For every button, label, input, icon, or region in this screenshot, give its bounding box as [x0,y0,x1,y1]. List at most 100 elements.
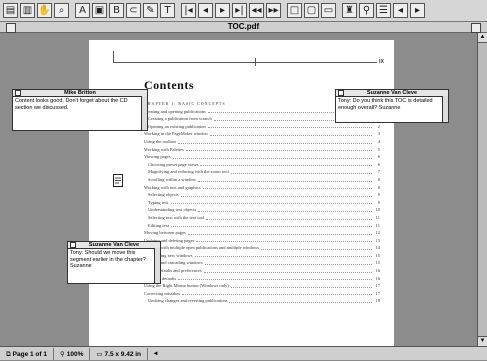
toc-entry-page: 6 [377,161,380,167]
scroll-down-icon[interactable]: ▼ [478,336,487,346]
toc-entry-page: 7 [377,169,380,175]
toc-entry: Working in the PageMaker window 3 [144,130,380,138]
next-page-icon[interactable]: ▸ [215,3,230,18]
toc-entry: Moving between pages 12 [144,229,380,237]
toc-entry: Understanding text objects 10 [144,206,380,214]
toc-entry: Selecting objects 9 [144,191,380,199]
toc-entry: Undoing changes and reverting publicatio… [144,297,380,305]
toc-entry-page: 2 [377,123,380,129]
note-scrollbar[interactable] [154,248,160,283]
go-back-icon[interactable]: ◂◂ [249,3,264,18]
toc-entry: Scrolling within a window 8 [144,176,380,184]
toc-entry-title: Working in the PageMaker window [144,131,209,137]
actual-size-icon[interactable]: □ [287,3,302,18]
toc-leader-dots [196,237,372,243]
note-close-icon[interactable] [70,242,76,248]
toc-leader-dots [194,252,372,258]
toc-leader-dots [197,176,372,182]
page-heading: Contents [144,78,195,92]
toc-entry-title: Creating a publication from scratch [148,116,212,122]
scroll-up-icon[interactable]: ▲ [478,33,487,43]
zoom-tool-icon[interactable]: ⌕ [54,3,69,18]
last-page-icon[interactable]: ▸| [232,3,247,18]
toc-entry-page: 18 [375,298,381,304]
note-tool-icon[interactable]: ✎ [143,3,158,18]
toc-entry-title: Moving between pages [144,230,186,236]
toc-entry-page: 8 [377,184,380,190]
first-page-icon[interactable]: |◂ [181,3,196,18]
toc-leader-dots [206,214,372,220]
type-tool-icon[interactable]: T [160,3,175,18]
toc-entry-title: Viewing pages [144,154,171,160]
search-prev-icon[interactable]: ◂ [393,3,408,18]
prev-page-icon[interactable]: ◂ [198,3,213,18]
toc-entry: Undoing and deleting pages 13 [144,237,380,245]
toc-entry-title: Working with Palettes [144,146,184,152]
go-forward-icon[interactable]: ▸▸ [266,3,281,18]
toc-entry-page: 11 [375,214,380,220]
hscroll-left-icon[interactable]: ◂ [148,348,163,360]
note-text[interactable]: Tony: Should we move this segment earlie… [68,249,160,271]
toc-entry: Correcting mistakes 17 [144,290,380,298]
search-next-icon[interactable]: ▸ [410,3,425,18]
crop-icon[interactable]: ▣ [92,3,107,18]
thumbnails-icon[interactable]: B [109,3,124,18]
note-close-icon[interactable] [338,90,344,96]
toc-entry-title: Opening an existing publication [148,123,206,129]
toc-leader-dots [185,146,372,152]
toc-leader-dots [200,161,372,167]
toc-entry-title: Choosing preset page views [148,161,199,167]
zoom-icon: ⚲ [59,349,65,358]
fit-page-icon[interactable]: ▢ [304,3,319,18]
note-mike-britton[interactable]: Mike Britton Content looks good. Don't f… [12,89,148,131]
link-icon[interactable]: ⊂ [126,3,141,18]
zoom-indicator[interactable]: ⚲ 100% [54,347,91,360]
toc-entry-title: Using the toolbox [144,138,177,144]
search-icon[interactable]: ⚲ [359,3,374,18]
note-suzanne-bottom[interactable]: Suzanne Van Cleve Tony: Should we move t… [67,241,161,284]
toc-leader-dots [230,282,372,288]
toc-leader-dots [210,130,372,136]
status-bar: ⧉ Page 1 of 1 ⚲ 100% ▭ 7.5 x 9.42 in ◂ [0,346,487,360]
toc-entry-page: 5 [377,146,380,152]
note-close-icon[interactable] [15,90,21,96]
toc-entry: Using the Right Mouse button (Windows on… [144,282,380,290]
find-icon[interactable]: ♜ [342,3,357,18]
toc-leader-dots [170,199,372,205]
toc-entry-title: Selecting objects [148,192,179,198]
search-results-icon[interactable]: ☰ [376,3,391,18]
toc-entry-title: Undoing changes and reverting publicatio… [148,298,228,304]
toc-entry-page: 10 [375,207,381,213]
hand-tool-icon[interactable]: ✋ [37,3,52,18]
vertical-scrollbar[interactable]: ▲ ▼ [477,33,487,346]
toc-leader-dots [207,123,372,129]
toc-entry-title: Scrolling within a window [148,176,196,182]
note-scrollbar[interactable] [141,96,147,130]
toc-entry-page: 15 [375,252,381,258]
toc-entry: Viewing pages 6 [144,153,380,161]
note-text[interactable]: Content looks good. Don't forget about t… [13,97,147,112]
page-indicator[interactable]: ⧉ Page 1 of 1 [0,347,54,360]
text-select-icon[interactable]: A [75,3,90,18]
toc-entry-title: Editing text [148,222,170,228]
toc-entry-page: 6 [377,154,380,160]
zoom-box-icon[interactable] [471,23,481,33]
toc-entry: Using the toolbox 4 [144,138,380,146]
toc-leader-dots [172,153,372,159]
toc-entry-page: 9 [377,199,380,205]
toc-leader-dots [180,191,372,197]
toc-entry-page: 16 [375,268,381,274]
note-scrollbar[interactable] [442,96,448,122]
note-icon[interactable] [113,174,123,187]
select-tool-icon[interactable]: ▤ [3,3,18,18]
note-suzanne-top[interactable]: Suzanne Van Cleve Tony: Do you think thi… [335,89,449,123]
note-text[interactable]: Tony: Do you think this TOC is detailed … [336,97,448,112]
note-author: Mike Britton [64,90,96,96]
page-size-indicator[interactable]: ▭ 7.5 x 9.42 in [90,347,149,360]
toc-leader-dots [171,222,372,228]
toc-entry: Working with text and graphics 8 [144,184,380,192]
fit-width-icon[interactable]: ▭ [321,3,336,18]
toc-entry-page: 15 [375,260,381,266]
toc-entry: Arranging new windows 15 [144,252,380,260]
page-icon[interactable]: ▥ [20,3,35,18]
